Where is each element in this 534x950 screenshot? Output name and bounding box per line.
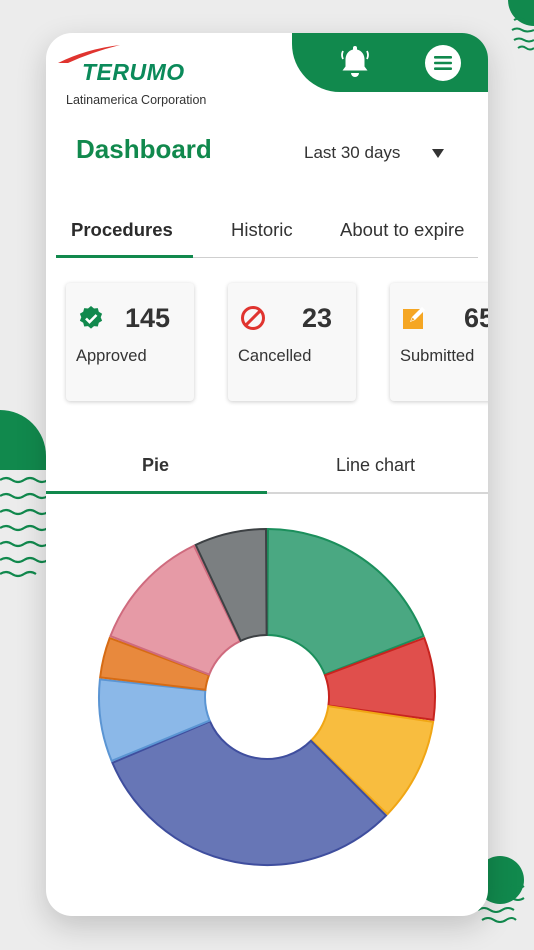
chart-tab-pie[interactable]: Pie — [142, 455, 169, 476]
stat-card-cancelled[interactable]: 23 Cancelled — [228, 283, 356, 401]
approved-label: Approved — [76, 347, 147, 365]
wave-decoration-left — [0, 410, 48, 578]
stat-card-submitted[interactable]: 65 Submitted — [390, 283, 488, 401]
active-chart-tab-indicator — [46, 491, 267, 494]
menu-icon[interactable] — [424, 44, 462, 82]
brand-name: TERUMO — [82, 59, 185, 85]
caret-down-icon — [432, 149, 444, 158]
date-range-select[interactable]: Last 30 days — [304, 139, 454, 165]
submitted-count: 65 — [464, 303, 488, 333]
terumo-logo: TERUMO Latinamerica Corporation — [56, 43, 256, 107]
bell-icon[interactable] — [340, 43, 370, 79]
date-range-value: Last 30 days — [304, 143, 401, 162]
chart-tab-line[interactable]: Line chart — [336, 455, 415, 476]
approved-count: 145 — [125, 303, 171, 333]
phone-frame: TERUMO Latinamerica Corporation Dashboar… — [46, 33, 488, 916]
tab-historic[interactable]: Historic — [231, 219, 293, 241]
wave-decoration-top-right — [508, 0, 534, 51]
check-badge-icon — [79, 306, 103, 329]
cancelled-label: Cancelled — [238, 347, 312, 365]
brand-subtitle: Latinamerica Corporation — [66, 93, 207, 107]
donut-chart[interactable] — [96, 526, 438, 868]
page-title: Dashboard — [76, 134, 212, 164]
cancelled-count: 23 — [302, 303, 333, 333]
submitted-label: Submitted — [400, 347, 475, 365]
edit-box-icon — [403, 307, 425, 329]
stat-card-approved[interactable]: 145 Approved — [66, 283, 194, 401]
ban-icon — [241, 306, 265, 330]
tab-about-to-expire[interactable]: About to expire — [340, 219, 464, 241]
tab-procedures[interactable]: Procedures — [71, 219, 173, 241]
active-tab-indicator — [56, 255, 193, 258]
